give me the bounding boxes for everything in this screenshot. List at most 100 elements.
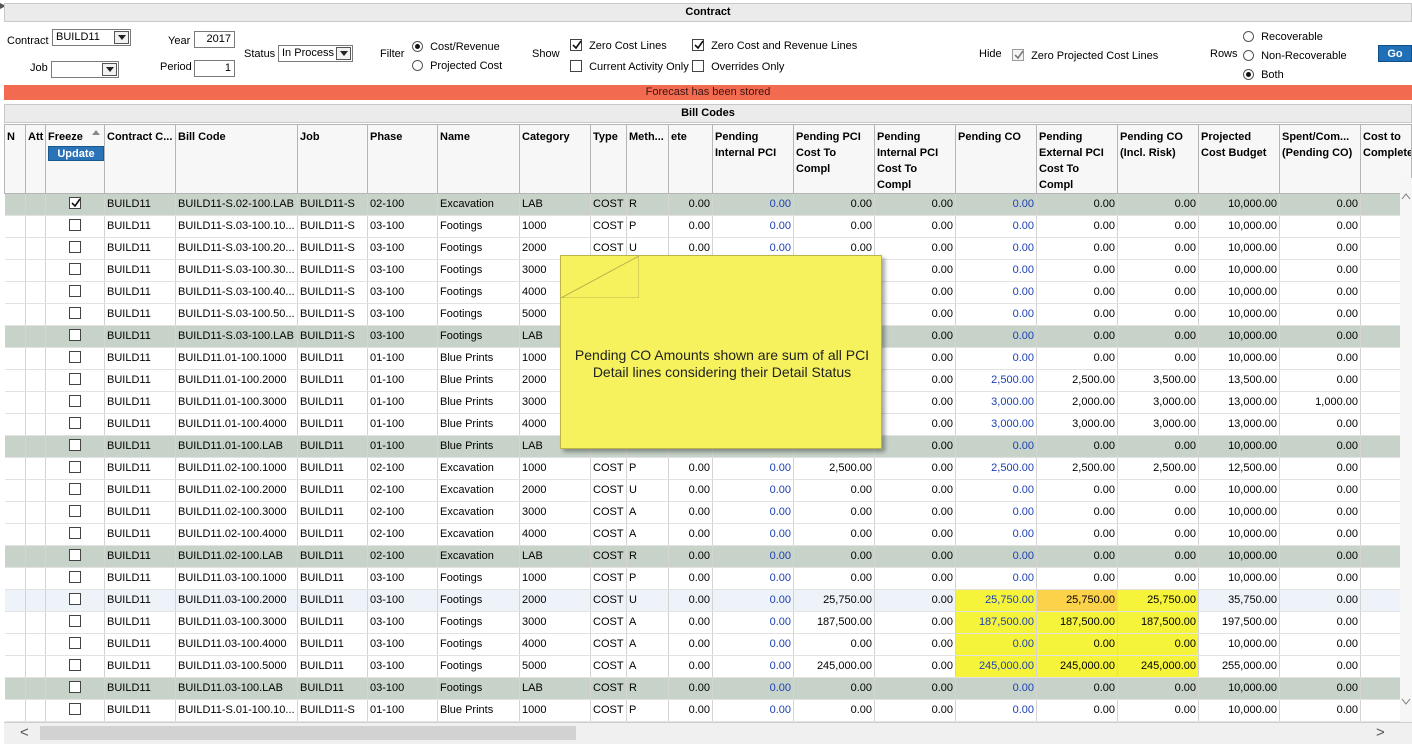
col-method-header[interactable]: Meth... [626, 124, 669, 194]
col-n-header[interactable]: N [4, 124, 26, 194]
radio-selected-icon[interactable] [1243, 69, 1254, 80]
job-select[interactable] [51, 61, 119, 78]
table-row[interactable]: BUILD11 BUILD11-S.03-100.10... BUILD11-S 03… [4, 215, 1412, 238]
col-pending-internal-pci-ctc-header[interactable]: Pending Internal PCI Cost To Compl [874, 124, 956, 194]
checkbox-icon[interactable] [69, 241, 81, 253]
table-row[interactable]: BUILD11 BUILD11.03-100.2000 BUILD11 03-100 F… [4, 589, 1412, 612]
checkbox-icon[interactable] [69, 461, 81, 473]
scroll-up-icon[interactable] [1400, 192, 1412, 202]
table-row[interactable]: BUILD11 BUILD11.02-100.3000 BUILD11 02-100 E… [4, 501, 1412, 524]
cell-freeze[interactable] [45, 391, 105, 414]
col-job-header[interactable]: Job [297, 124, 368, 194]
col-category-header[interactable]: Category [519, 124, 591, 194]
hide-zero-projected-option[interactable]: Zero Projected Cost Lines [1012, 49, 1158, 63]
checkbox-icon[interactable] [69, 681, 81, 693]
table-row[interactable]: BUILD11 BUILD11.03-100.4000 BUILD11 03-100 F… [4, 633, 1412, 656]
rows-recoverable-option[interactable]: Recoverable [1243, 30, 1323, 44]
horizontal-scrollbar-thumb[interactable] [40, 726, 576, 740]
cell-freeze[interactable] [45, 479, 105, 502]
period-input[interactable]: 1 [194, 60, 235, 77]
table-row[interactable]: BUILD11 BUILD11.02-100.4000 BUILD11 02-100 E… [4, 523, 1412, 546]
cell-freeze[interactable] [45, 281, 105, 304]
col-pending-external-pci-ctc-header[interactable]: Pending External PCI Cost To Compl [1036, 124, 1118, 194]
cell-freeze[interactable] [45, 435, 105, 458]
sort-ascending-icon[interactable] [92, 130, 100, 135]
cell-freeze[interactable] [45, 611, 105, 634]
cell-freeze[interactable] [45, 567, 105, 590]
cell-freeze[interactable] [45, 259, 105, 282]
cell-freeze[interactable] [45, 215, 105, 238]
show-zero-cost-lines-option[interactable]: Zero Cost Lines [570, 39, 667, 53]
status-select[interactable]: In Process [278, 45, 353, 62]
table-row[interactable]: BUILD11 BUILD11.03-100.3000 BUILD11 03-100 F… [4, 611, 1412, 634]
checkbox-icon[interactable] [570, 60, 582, 72]
col-pending-co-risk-header[interactable]: Pending CO (Incl. Risk) [1117, 124, 1199, 194]
cell-freeze[interactable] [45, 325, 105, 348]
year-input[interactable]: 2017 [194, 31, 235, 48]
col-pending-co-header[interactable]: Pending CO [955, 124, 1037, 194]
cell-freeze[interactable] [45, 501, 105, 524]
sticky-note[interactable]: Pending CO Amounts shown are sum of all … [560, 255, 882, 449]
col-name-header[interactable]: Name [437, 124, 520, 194]
checkbox-icon[interactable] [69, 439, 81, 451]
cell-freeze[interactable] [45, 193, 105, 216]
checkbox-icon[interactable] [69, 263, 81, 275]
cell-freeze[interactable] [45, 545, 105, 568]
rows-both-option[interactable]: Both [1243, 68, 1284, 82]
checkbox-icon[interactable] [692, 60, 704, 72]
checkbox-icon[interactable] [69, 373, 81, 385]
checkbox-checked-icon[interactable] [1012, 49, 1024, 61]
horizontal-scrollbar[interactable]: < > [4, 722, 1412, 744]
checkbox-icon[interactable] [69, 307, 81, 319]
cell-freeze[interactable] [45, 677, 105, 700]
checkbox-icon[interactable] [69, 417, 81, 429]
cell-freeze[interactable] [45, 589, 105, 612]
checkbox-icon[interactable] [69, 505, 81, 517]
cell-freeze[interactable] [45, 457, 105, 480]
checkbox-icon[interactable] [69, 395, 81, 407]
show-current-activity-option[interactable]: Current Activity Only [570, 60, 689, 74]
show-zero-cost-revenue-option[interactable]: Zero Cost and Revenue Lines [692, 39, 857, 53]
checkbox-icon[interactable] [69, 483, 81, 495]
checkbox-icon[interactable] [69, 549, 81, 561]
checkbox-icon[interactable] [69, 659, 81, 671]
col-type-header[interactable]: Type [590, 124, 627, 194]
table-row[interactable]: BUILD11 BUILD11.02-100.LAB BUILD11 02-100 Ex… [4, 545, 1412, 568]
checkbox-icon[interactable] [69, 703, 81, 715]
checkbox-icon[interactable] [69, 285, 81, 297]
col-ete-header[interactable]: ete [668, 124, 713, 194]
cell-freeze[interactable] [45, 655, 105, 678]
go-button[interactable]: Go [1378, 45, 1412, 62]
col-freeze-header[interactable]: Freeze Update [45, 124, 105, 194]
cell-freeze[interactable] [45, 523, 105, 546]
col-att-header[interactable]: Att [25, 124, 46, 194]
table-row[interactable]: BUILD11 BUILD11.02-100.1000 BUILD11 02-100 E… [4, 457, 1412, 480]
col-phase-header[interactable]: Phase [367, 124, 438, 194]
table-row[interactable]: BUILD11 BUILD11.03-100.5000 BUILD11 03-100 F… [4, 655, 1412, 678]
col-pending-internal-pci-header[interactable]: Pending Internal PCI [712, 124, 794, 194]
show-overrides-only-option[interactable]: Overrides Only [692, 60, 784, 74]
checkbox-checked-icon[interactable] [570, 39, 582, 51]
radio-icon[interactable] [412, 60, 423, 71]
cell-freeze[interactable] [45, 237, 105, 260]
contract-select[interactable]: BUILD11 [52, 29, 131, 46]
cell-freeze[interactable] [45, 413, 105, 436]
table-row[interactable]: BUILD11 BUILD11.03-100.1000 BUILD11 03-100 F… [4, 567, 1412, 590]
checkbox-checked-icon[interactable] [692, 39, 704, 51]
scroll-left-icon[interactable]: < [20, 724, 29, 741]
radio-icon[interactable] [1243, 50, 1254, 61]
cell-freeze[interactable] [45, 347, 105, 370]
filter-cost-revenue-option[interactable]: Cost/Revenue [412, 40, 500, 54]
checkbox-checked-icon[interactable] [69, 197, 81, 209]
scroll-down-icon[interactable] [1400, 696, 1412, 706]
checkbox-icon[interactable] [69, 593, 81, 605]
filter-projected-cost-option[interactable]: Projected Cost [412, 59, 502, 73]
checkbox-icon[interactable] [69, 615, 81, 627]
table-row[interactable]: BUILD11 BUILD11.02-100.2000 BUILD11 02-100 E… [4, 479, 1412, 502]
col-projected-cost-budget-header[interactable]: Projected Cost Budget [1198, 124, 1280, 194]
radio-selected-icon[interactable] [412, 41, 423, 52]
col-spent-committed-header[interactable]: Spent/Com... (Pending CO) [1279, 124, 1361, 194]
checkbox-icon[interactable] [69, 637, 81, 649]
cell-freeze[interactable] [45, 303, 105, 326]
table-row[interactable]: BUILD11 BUILD11.03-100.LAB BUILD11 03-100 Fo… [4, 677, 1412, 700]
